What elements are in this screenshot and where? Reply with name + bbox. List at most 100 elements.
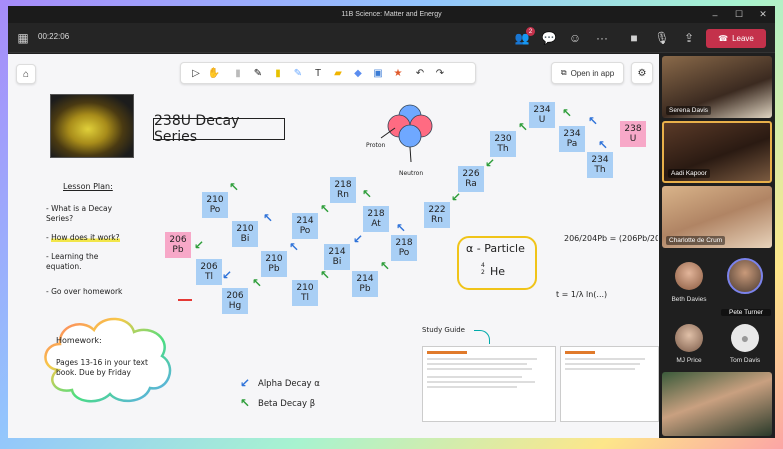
- lesson-item: - What is a Decay Series?: [46, 204, 113, 223]
- sticky-pb214[interactable]: 214 Pb: [352, 271, 378, 297]
- video-tile-serena-davis[interactable]: Serena Davis: [662, 56, 772, 118]
- minimize-icon[interactable]: –: [703, 6, 727, 23]
- sticky-ra226[interactable]: 226 Ra: [458, 166, 484, 192]
- lesson-item: - Learning the equation.: [46, 252, 99, 271]
- alpha-particle-title: α - Particle: [466, 242, 525, 255]
- undo-icon[interactable]: ↶: [413, 66, 427, 81]
- sticky-at218[interactable]: 218 At: [363, 206, 389, 232]
- open-in-app-button[interactable]: ⧉ Open in app: [551, 62, 624, 84]
- sticky-po214[interactable]: 214 Po: [292, 213, 318, 239]
- meeting-timer: 00:22:06: [38, 32, 70, 41]
- uranium-ore-image: [50, 94, 134, 158]
- lesson-item: - Go over homework: [46, 287, 123, 296]
- video-tile-aadi-kapoor[interactable]: Aadi Kapoor: [662, 121, 772, 183]
- sticky-th230[interactable]: 230 Th: [490, 131, 516, 157]
- person-placeholder-icon[interactable]: ●: [731, 324, 759, 352]
- video-tile-participant[interactable]: [662, 372, 772, 436]
- alpha-arrow: ↙: [485, 156, 496, 170]
- maximize-icon[interactable]: ☐: [727, 6, 751, 23]
- alpha-arrow: ↙: [194, 238, 205, 252]
- leave-button[interactable]: ☎ Leave: [706, 29, 766, 48]
- sticky-bi214[interactable]: 214 Bi: [324, 244, 350, 270]
- alpha-arrow: ↖: [320, 202, 331, 216]
- alpha-arrow: ↖: [320, 268, 331, 282]
- video-tile-charlotte-de-crum[interactable]: Charlotte de Crum: [662, 186, 772, 248]
- alpha-legend-arrow: ↙: [240, 376, 251, 390]
- microphone-icon[interactable]: 🎙: [653, 29, 671, 47]
- pan-hand-icon[interactable]: ✋: [207, 66, 221, 81]
- beta-arrow: ↖: [396, 221, 407, 235]
- lesson-plan-heading: Lesson Plan:: [63, 182, 113, 191]
- home-icon[interactable]: ⌂: [16, 64, 36, 84]
- study-guide-page-1[interactable]: [422, 346, 556, 422]
- decay-series-title: 238U Decay Series: [153, 113, 285, 145]
- camera-icon[interactable]: ■: [625, 29, 643, 47]
- beta-arrow: ↖: [588, 114, 599, 128]
- neutron-ball: [398, 124, 422, 148]
- red-dash-mark: [178, 299, 192, 301]
- sticky-bi210[interactable]: 210 Bi: [232, 221, 258, 247]
- sticky-po210[interactable]: 210 Po: [202, 192, 228, 218]
- whiteboard[interactable]: ⌂ ▷ ✋ ▮ ✎ ▮ ✎ T ▰ ◆ ▣ ★ ↶ ↷ ⧉ Open in ap…: [8, 54, 659, 438]
- beta-arrow: ↖: [598, 138, 609, 152]
- neutron-label: Neutron: [399, 170, 424, 177]
- grid-view-icon[interactable]: ▦: [14, 29, 32, 47]
- reactions-icon[interactable]: ☺: [566, 29, 584, 47]
- alpha-arrow: ↙: [451, 190, 462, 204]
- reaction-star-icon[interactable]: ★: [391, 66, 405, 81]
- homework-body: Pages 13-16 in your text book. Due by Fr…: [56, 358, 148, 377]
- settings-gear-icon[interactable]: ⚙: [631, 62, 653, 84]
- yellow-highlighter-icon[interactable]: ▮: [271, 66, 285, 81]
- sticky-hg206[interactable]: 206 Hg: [222, 288, 248, 314]
- black-pen-icon[interactable]: ✎: [251, 66, 265, 81]
- beta-arrow: ↖: [263, 211, 274, 225]
- sticky-pb210[interactable]: 210 Pb: [261, 251, 287, 277]
- alpha-particle-symbol: He: [490, 265, 506, 278]
- study-guide-label: Study Guide: [422, 326, 465, 334]
- chat-icon[interactable]: 💬: [540, 29, 558, 47]
- avatar-pete-turner[interactable]: [727, 258, 763, 294]
- alpha-particle-numbers: 42: [481, 262, 485, 276]
- avatar-beth-davies[interactable]: [675, 262, 703, 290]
- more-options-icon[interactable]: ···: [593, 29, 611, 47]
- sticky-rn222[interactable]: 222 Rn: [424, 202, 450, 228]
- sticky-tl206[interactable]: 206 Tl: [196, 259, 222, 285]
- sticky-pa234[interactable]: 234 Pa: [559, 126, 585, 152]
- shapes-icon[interactable]: ◆: [351, 66, 365, 81]
- eraser-icon[interactable]: ▮: [231, 66, 245, 81]
- whiteboard-tools: ▷ ✋ ▮ ✎ ▮ ✎ T ▰ ◆ ▣ ★ ↶ ↷: [180, 62, 476, 84]
- external-link-icon: ⧉: [560, 68, 567, 77]
- beta-decay-legend: Beta Decay β: [258, 399, 316, 409]
- redo-icon[interactable]: ↷: [433, 66, 447, 81]
- participants-panel: Serena Davis Aadi Kapoor Charlotte de Cr…: [659, 54, 775, 438]
- title-bar: 11B Science: Matter and Energy: [8, 6, 775, 23]
- image-icon[interactable]: ▣: [371, 66, 385, 81]
- participant-name: Tom Davis: [729, 357, 761, 364]
- sticky-u238[interactable]: 238 U: [620, 121, 646, 147]
- homework-heading: Homework:: [56, 336, 102, 345]
- select-icon[interactable]: ▷: [189, 66, 203, 81]
- phone-hangup-icon: ☎: [718, 34, 729, 43]
- alpha-decay-legend: Alpha Decay α: [258, 379, 320, 389]
- lesson-item: - How does it work?: [46, 233, 120, 242]
- meeting-toolbar: ▦ 00:22:06 👥 2 💬 ☺ ··· ■ 🎙 ⇪ ☎ Leave: [8, 23, 775, 53]
- sticky-po218[interactable]: 218 Po: [391, 235, 417, 261]
- participant-name-tooltip: Pete Turner: [721, 309, 771, 316]
- sticky-th234[interactable]: 234 Th: [587, 152, 613, 178]
- avatar-mj-price[interactable]: [675, 324, 703, 352]
- blue-pen-icon[interactable]: ✎: [291, 66, 305, 81]
- sticky-note-icon[interactable]: ▰: [331, 66, 345, 81]
- sticky-pb206[interactable]: 206 Pb: [165, 232, 191, 258]
- sticky-rn218[interactable]: 218 Rn: [330, 177, 356, 203]
- study-guide-page-2[interactable]: [560, 346, 659, 422]
- text-icon[interactable]: T: [311, 66, 325, 81]
- share-screen-icon[interactable]: ⇪: [680, 29, 698, 47]
- sticky-u234[interactable]: 234 U: [529, 102, 555, 128]
- close-icon[interactable]: ✕: [751, 6, 775, 23]
- participant-name: Beth Davies: [671, 296, 707, 303]
- participant-name: MJ Price: [676, 357, 702, 364]
- sticky-tl210[interactable]: 210 Tl: [292, 280, 318, 306]
- isotope-ratio-equation: 206/204Pb = (206Pb/204Pb)t + ...: [564, 234, 658, 243]
- proton-label: Proton: [366, 142, 386, 149]
- neutron-pointer: [409, 146, 412, 163]
